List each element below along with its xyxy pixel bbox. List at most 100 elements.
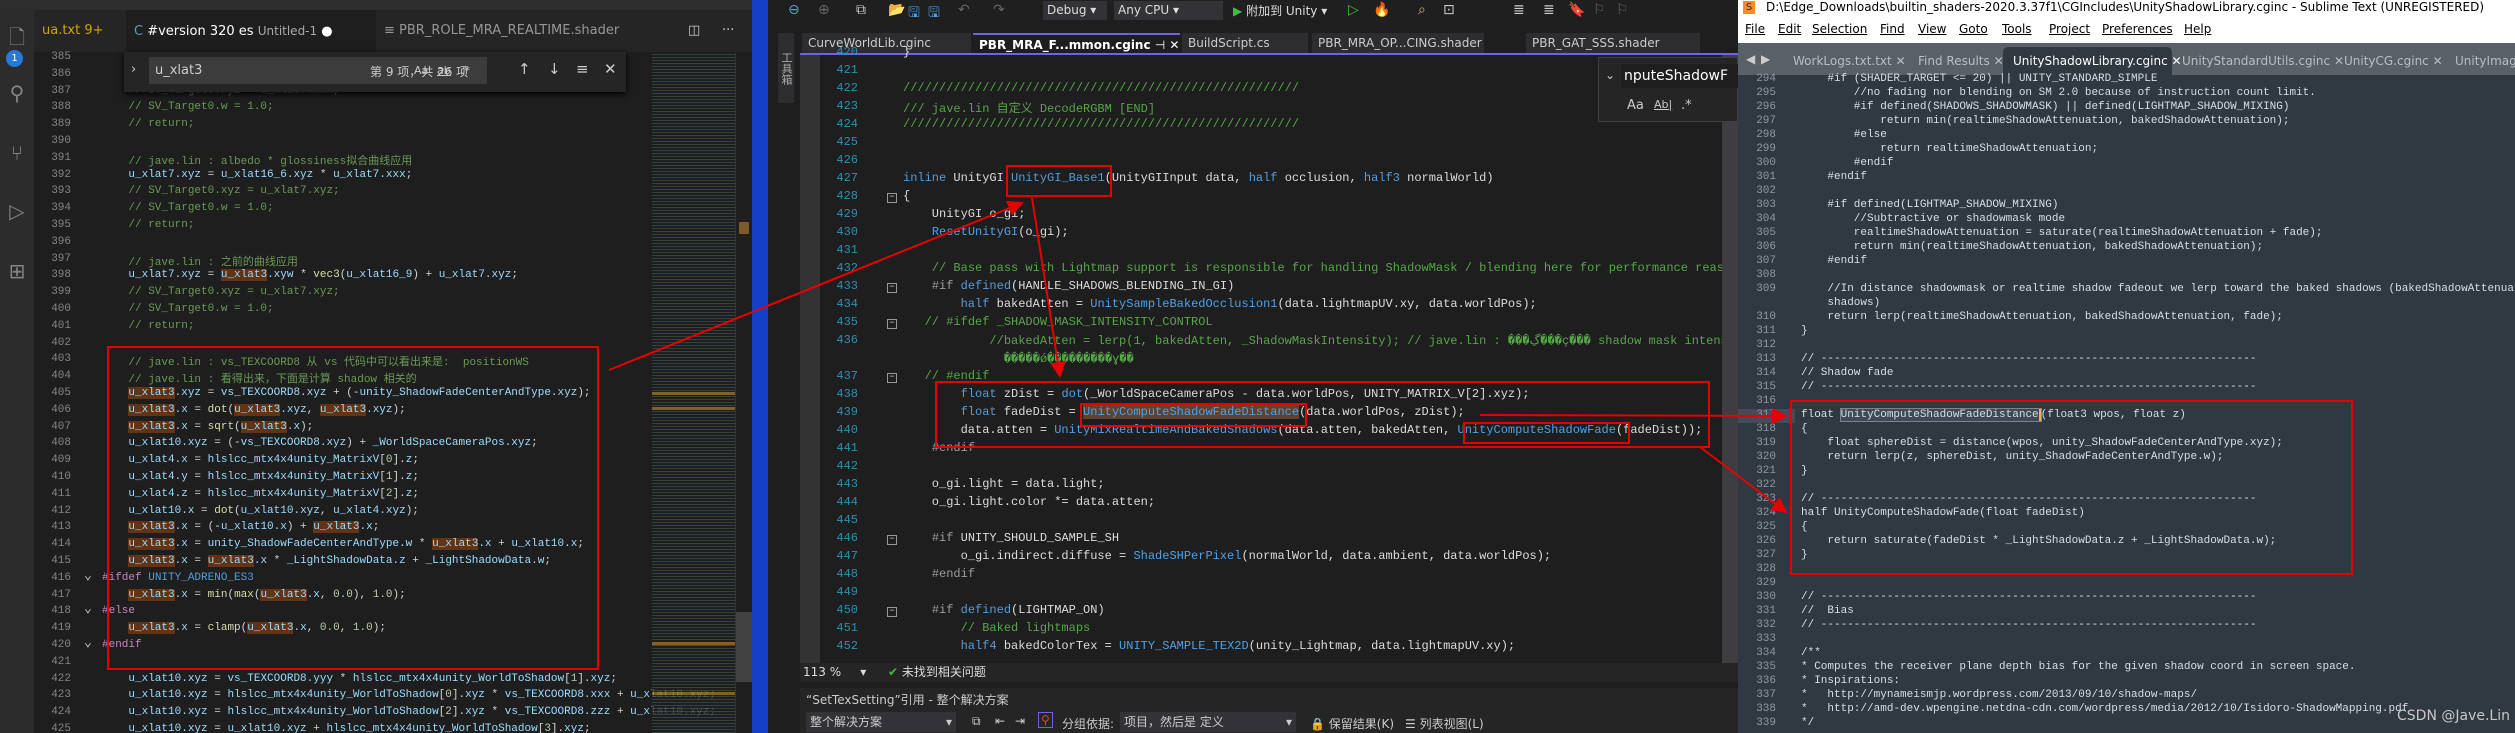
code-line[interactable]: 401 // return; — [0, 320, 752, 337]
code-line[interactable]: 295 //no fading nor blending on SM 2.0 b… — [1738, 87, 2515, 101]
code-line[interactable]: 321} — [1738, 465, 2515, 479]
code-line[interactable]: 402 — [0, 337, 752, 354]
fold-chevron-icon[interactable]: ⌄ — [84, 601, 92, 616]
code-line[interactable]: 439 float fadeDist = UnityComputeShadowF… — [768, 405, 1738, 423]
code-line[interactable]: 450 − #if defined(LIGHTMAP_ON) — [768, 603, 1738, 621]
scope-dropdown[interactable]: 整个解决方案 ▾ — [806, 712, 956, 732]
whole-word-toggle[interactable]: Ab| — [1654, 98, 1672, 111]
code-line[interactable]: 407 u_xlat3.x = sqrt(u_xlat3.x); — [0, 420, 752, 438]
code-line[interactable]: 317 float UnityComputeShadowFadeDistance(… — [1738, 408, 2515, 423]
code-line[interactable]: 294 #if (SHADER_TARGET <= 20) || UNITY_S… — [1738, 73, 2515, 87]
keep-results-button[interactable]: 🔒 保留结果(K) — [1310, 715, 1394, 732]
vs-find-input[interactable]: nputeShadowF — [1621, 64, 1738, 88]
code-line[interactable]: 296 #if defined(SHADOWS_SHADOWMASK) || d… — [1738, 101, 2515, 115]
code-line[interactable]: 427 inline UnityGI UnityGI_Base1(UnityGII… — [768, 171, 1738, 189]
menu-help[interactable]: Help — [2184, 15, 2211, 43]
tab-find-results[interactable]: Find Results ✕ — [1908, 47, 2004, 75]
tab-unitystandardutils[interactable]: UnityStandardUtils.cginc ✕ — [2172, 47, 2344, 75]
collapse-icon[interactable]: − — [887, 607, 897, 617]
code-line[interactable]: 331 // Bias — [1738, 605, 2515, 619]
find-in-files-icon[interactable]: ⌕ — [1418, 2, 1426, 18]
save-icon[interactable]: 🖫 — [908, 2, 920, 26]
code-line[interactable]: 447 o_gi.indirect.diffuse = ShadeSHPerPi… — [768, 549, 1738, 567]
code-line[interactable]: 414 u_xlat3.x = unity_ShadowFadeCenterAn… — [0, 538, 752, 555]
tab-scroll-right-icon[interactable]: ▶ — [1761, 52, 1770, 66]
code-line[interactable]: 452 half4 bakedColorTex = UNITY_SAMPLE_T… — [768, 639, 1738, 657]
window-icon[interactable]: ⊡ — [1443, 2, 1455, 18]
code-line[interactable]: 388 // SV_Target0.w = 1.0; — [0, 101, 752, 118]
code-line[interactable]: 299 return realtimeShadowAttenuation; — [1738, 143, 2515, 157]
code-line[interactable]: 328 — [1738, 563, 2515, 577]
code-line[interactable]: 405 u_xlat3.xyz = vs_TEXCOORD8.xyz + (-u… — [0, 387, 752, 404]
close-find-icon[interactable]: ✕ — [604, 60, 617, 78]
code-line[interactable]: 423 /// jave.lin 自定义 DecodeRGBM [END] — [768, 99, 1738, 117]
code-line[interactable]: 394 // SV_Target0.w = 1.0; — [0, 202, 752, 219]
code-line[interactable]: 320 return lerp(z, sphereDist, unity_Sha… — [1738, 451, 2515, 465]
code-line[interactable]: 448 #endif — [768, 567, 1738, 585]
code-line[interactable]: 442 — [768, 459, 1738, 477]
collapse-icon[interactable]: − — [887, 535, 897, 545]
code-line[interactable]: 430 ResetUnityGI(o_gi); — [768, 225, 1738, 243]
code-line[interactable]: 333 — [1738, 633, 2515, 647]
code-line[interactable]: 332 // ----------------------------------… — [1738, 619, 2515, 633]
code-line[interactable]: 313 // ----------------------------------… — [1738, 353, 2515, 367]
code-line[interactable]: 409 u_xlat4.x = hlslcc_mtx4x4unity_Matri… — [0, 454, 752, 471]
tab-scroll-left-icon[interactable]: ◀ — [1746, 52, 1755, 66]
redo-icon[interactable]: ↷ — [993, 2, 1005, 18]
code-line[interactable]: 398 u_xlat7.xyz = u_xlat3.xyw * vec3(u_x… — [0, 269, 752, 286]
code-line[interactable]: 311} — [1738, 325, 2515, 339]
start-without-debug-icon[interactable]: ▷ — [1348, 2, 1359, 18]
regex-toggle[interactable]: .* — [1681, 98, 1692, 113]
code-line[interactable]: 415 u_xlat3.x = u_xlat3.x * _LightShadow… — [0, 555, 752, 572]
code-line[interactable]: 428 −{ — [768, 189, 1738, 207]
menu-file[interactable]: File — [1745, 15, 1765, 43]
code-line[interactable]: 411 u_xlat4.z = hlslcc_mtx4x4unity_Matri… — [0, 488, 752, 505]
forward-icon[interactable]: ⊕ — [818, 2, 830, 18]
code-line[interactable]: 397 // jave.lin : 之前的曲线应用 — [0, 253, 752, 270]
bookmark-icon[interactable]: 🔖 — [1568, 2, 1585, 18]
code-line[interactable]: 422 u_xlat10.xyz = vs_TEXCOORD8.yyy * hl… — [0, 673, 752, 690]
more-actions-icon[interactable]: ··· — [714, 10, 734, 52]
code-line[interactable]: 325 { — [1738, 521, 2515, 535]
code-line[interactable]: 421 — [768, 63, 1738, 81]
tab-unityshadowlibrary[interactable]: UnityShadowLibrary.cginc ✕ — [2003, 47, 2182, 75]
code-line[interactable]: 302 — [1738, 185, 2515, 199]
code-line[interactable]: 445 — [768, 513, 1738, 531]
code-line[interactable]: �����ǿ���������ɣ�� — [768, 351, 1738, 369]
platform-dropdown[interactable]: Any CPU ▾ — [1114, 1, 1223, 20]
code-line[interactable]: 421 — [0, 656, 752, 673]
code-line[interactable]: 396 — [0, 236, 752, 253]
zoom-dropdown[interactable]: 113 % ▾ — [803, 663, 866, 682]
code-line[interactable]: 335 * Computes the receiver plane depth b… — [1738, 661, 2515, 675]
tab-unityimagebased[interactable]: UnityImageB — [2445, 47, 2515, 75]
code-line[interactable]: 308 — [1738, 269, 2515, 283]
match-case-toggle[interactable]: Aa — [1627, 98, 1644, 113]
menu-view[interactable]: View — [1918, 15, 1946, 43]
hot-reload-icon[interactable]: 🔥 — [1373, 2, 1390, 18]
code-line[interactable]: 319 float sphereDist = distance(wpos, un… — [1738, 437, 2515, 451]
code-line[interactable]: 395 // return; — [0, 219, 752, 236]
code-line[interactable]: 420 ⌄ #endif — [0, 635, 752, 656]
attach-unity-button[interactable]: ▶ 附加到 Unity ▾ — [1233, 2, 1327, 19]
code-line[interactable]: 436 //bakedAtten = lerp(1, bakedAtten, _… — [768, 333, 1738, 351]
code-line[interactable]: 413 u_xlat3.x = (-u_xlat10.x) + u_xlat3.… — [0, 521, 752, 538]
code-line[interactable]: 431 — [768, 243, 1738, 261]
code-line[interactable]: 322 — [1738, 479, 2515, 493]
code-line[interactable]: 390 — [0, 135, 752, 152]
code-line[interactable]: 416 ⌄ #ifdef UNITY_ADRENO_ES3 — [0, 568, 752, 589]
toggle-replace-chevron-icon[interactable]: › — [131, 62, 136, 77]
code-line[interactable]: 399 // SV_Target0.xyz = u_xlat7.xyz; — [0, 286, 752, 303]
code-line[interactable]: 389 // return; — [0, 118, 752, 135]
collapse-icon[interactable]: − — [887, 319, 897, 329]
open-folder-icon[interactable]: 📂 — [888, 2, 905, 18]
code-line[interactable]: 334 /** — [1738, 647, 2515, 661]
list-view-button[interactable]: ☰ 列表视图(L) — [1405, 715, 1484, 732]
code-line[interactable]: 449 — [768, 585, 1738, 603]
code-line[interactable]: 305 realtimeShadowAttenuation = saturate… — [1738, 227, 2515, 241]
code-line[interactable]: 312 — [1738, 339, 2515, 353]
menu-project[interactable]: Project — [2049, 15, 2090, 43]
vertical-scrollbar[interactable] — [735, 52, 752, 733]
next-match-icon[interactable]: ↓ — [548, 60, 561, 78]
code-line[interactable]: 408 u_xlat10.xyz = (-vs_TEXCOORD8.xyz) +… — [0, 437, 752, 454]
menu-find[interactable]: Find — [1880, 15, 1905, 43]
